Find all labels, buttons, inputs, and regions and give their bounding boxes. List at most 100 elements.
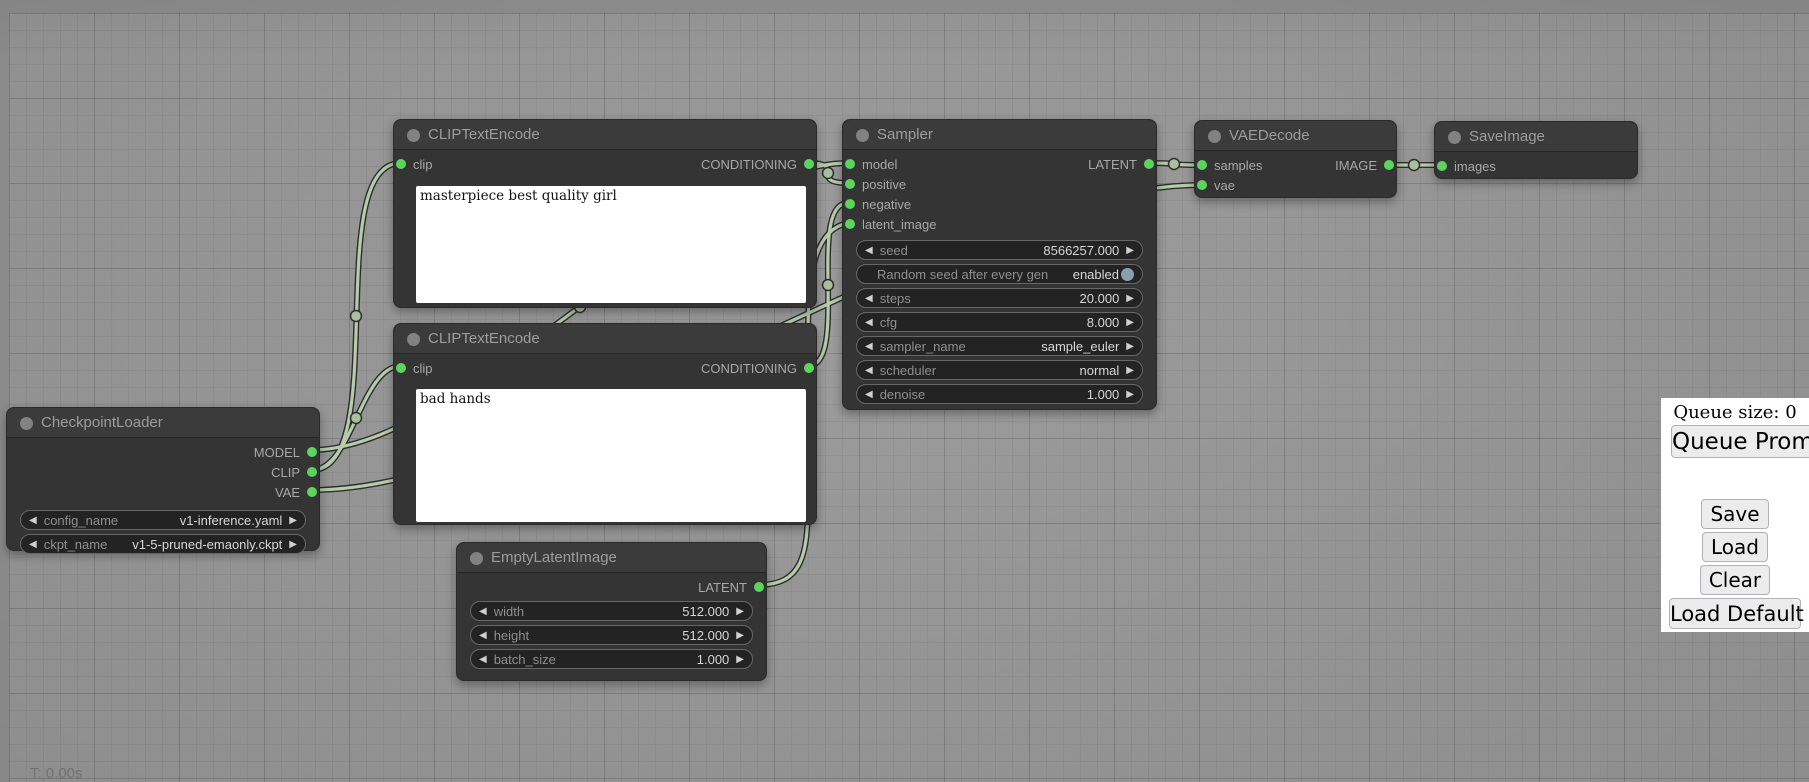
- slot-row: positive: [843, 174, 1156, 194]
- node-title-bar[interactable]: Sampler: [843, 120, 1156, 150]
- menu-panel: Queue size: 0 Queue Prompt Save Load Cle…: [1661, 398, 1809, 632]
- widget-height[interactable]: ◀ height 512.000 ▶: [470, 625, 753, 645]
- right-arrow-icon[interactable]: ▶: [1126, 245, 1134, 256]
- right-arrow-icon[interactable]: ▶: [1126, 389, 1134, 400]
- left-arrow-icon[interactable]: ◀: [479, 654, 487, 665]
- input-label-samples: samples: [1214, 158, 1262, 173]
- node-vae-decode[interactable]: VAEDecode samples IMAGE vae: [1194, 120, 1397, 198]
- output-slot-conditioning[interactable]: [804, 363, 814, 373]
- node-title-bar[interactable]: SaveImage: [1435, 122, 1637, 152]
- widget-value: v1-inference.yaml: [180, 513, 283, 528]
- widget-cfg[interactable]: ◀ cfg 8.000 ▶: [856, 312, 1143, 332]
- output-slot-vae[interactable]: [307, 487, 317, 497]
- input-slot-images[interactable]: [1437, 161, 1447, 171]
- node-title-bar[interactable]: VAEDecode: [1195, 121, 1396, 151]
- node-title: EmptyLatentImage: [491, 549, 617, 566]
- input-slot-vae[interactable]: [1197, 180, 1207, 190]
- widget-label: scheduler: [880, 363, 936, 378]
- queue-prompt-button[interactable]: Queue Prompt: [1671, 425, 1809, 458]
- right-arrow-icon[interactable]: ▶: [1126, 341, 1134, 352]
- input-slot-positive[interactable]: [845, 179, 855, 189]
- output-label-conditioning: CONDITIONING: [701, 361, 797, 376]
- input-label-positive: positive: [862, 177, 906, 192]
- widget-random-seed-toggle[interactable]: Random seed after every gen enabled: [856, 264, 1143, 284]
- node-title: VAEDecode: [1229, 127, 1310, 144]
- left-arrow-icon[interactable]: ◀: [865, 389, 873, 400]
- input-slot-negative[interactable]: [845, 199, 855, 209]
- input-slot-model[interactable]: [845, 159, 855, 169]
- widget-value: 1.000: [697, 652, 730, 667]
- slot-row: latent_image: [843, 214, 1156, 234]
- right-arrow-icon[interactable]: ▶: [289, 515, 297, 526]
- left-arrow-icon[interactable]: ◀: [479, 630, 487, 641]
- node-sampler[interactable]: Sampler model LATENT positive negative l…: [842, 119, 1157, 410]
- collapse-dot-icon[interactable]: [1448, 131, 1461, 144]
- left-arrow-icon[interactable]: ◀: [29, 539, 37, 550]
- output-slot-latent[interactable]: [1144, 159, 1154, 169]
- left-arrow-icon[interactable]: ◀: [865, 317, 873, 328]
- right-arrow-icon[interactable]: ▶: [736, 630, 744, 641]
- node-title-bar[interactable]: CLIPTextEncode: [394, 324, 816, 354]
- collapse-dot-icon[interactable]: [407, 333, 420, 346]
- right-arrow-icon[interactable]: ▶: [1126, 317, 1134, 328]
- input-slot-clip[interactable]: [396, 159, 406, 169]
- clear-button[interactable]: Clear: [1700, 565, 1770, 595]
- output-slot-model[interactable]: [307, 447, 317, 457]
- collapse-dot-icon[interactable]: [1208, 130, 1221, 143]
- widget-seed[interactable]: ◀ seed 8566257.000 ▶: [856, 240, 1143, 260]
- collapse-dot-icon[interactable]: [470, 552, 483, 565]
- input-slot-latent-image[interactable]: [845, 219, 855, 229]
- collapse-dot-icon[interactable]: [856, 129, 869, 142]
- widget-scheduler[interactable]: ◀ scheduler normal ▶: [856, 360, 1143, 380]
- right-arrow-icon[interactable]: ▶: [1126, 293, 1134, 304]
- widget-config-name[interactable]: ◀ config_name v1-inference.yaml ▶: [20, 510, 306, 530]
- node-checkpoint-loader[interactable]: CheckpointLoader MODEL CLIP VAE ◀ config…: [6, 407, 320, 551]
- right-arrow-icon[interactable]: ▶: [736, 654, 744, 665]
- widget-batch-size[interactable]: ◀ batch_size 1.000 ▶: [470, 649, 753, 669]
- load-default-button[interactable]: Load Default: [1669, 598, 1801, 629]
- widget-denoise[interactable]: ◀ denoise 1.000 ▶: [856, 384, 1143, 404]
- node-empty-latent-image[interactable]: EmptyLatentImage LATENT ◀ width 512.000 …: [456, 542, 767, 681]
- right-arrow-icon[interactable]: ▶: [289, 539, 297, 550]
- widget-label: Random seed after every gen: [877, 267, 1048, 282]
- output-slot-latent[interactable]: [754, 582, 764, 592]
- output-slot-clip[interactable]: [307, 467, 317, 477]
- node-clip-text-encode-positive[interactable]: CLIPTextEncode clip CONDITIONING masterp…: [393, 119, 817, 308]
- left-arrow-icon[interactable]: ◀: [865, 341, 873, 352]
- slot-row: model LATENT: [843, 154, 1156, 174]
- input-label-clip: clip: [413, 361, 433, 376]
- negative-prompt-textarea[interactable]: bad hands: [416, 389, 806, 522]
- left-arrow-icon[interactable]: ◀: [865, 293, 873, 304]
- left-arrow-icon[interactable]: ◀: [865, 245, 873, 256]
- toggle-dot-icon[interactable]: [1121, 268, 1134, 281]
- node-title-bar[interactable]: EmptyLatentImage: [457, 543, 766, 573]
- node-clip-text-encode-negative[interactable]: CLIPTextEncode clip CONDITIONING bad han…: [393, 323, 817, 525]
- right-arrow-icon[interactable]: ▶: [736, 606, 744, 617]
- node-save-image[interactable]: SaveImage images: [1434, 121, 1638, 179]
- node-title-bar[interactable]: CLIPTextEncode: [394, 120, 816, 150]
- left-arrow-icon[interactable]: ◀: [865, 365, 873, 376]
- widget-width[interactable]: ◀ width 512.000 ▶: [470, 601, 753, 621]
- output-slot-conditioning[interactable]: [804, 159, 814, 169]
- input-slot-clip[interactable]: [396, 363, 406, 373]
- load-button[interactable]: Load: [1702, 532, 1768, 562]
- right-arrow-icon[interactable]: ▶: [1126, 365, 1134, 376]
- collapse-dot-icon[interactable]: [20, 417, 33, 430]
- widget-sampler-name[interactable]: ◀ sampler_name sample_euler ▶: [856, 336, 1143, 356]
- node-title-bar[interactable]: CheckpointLoader: [7, 408, 319, 438]
- positive-prompt-textarea[interactable]: masterpiece best quality girl: [416, 186, 806, 303]
- output-label-image: IMAGE: [1335, 158, 1377, 173]
- slot-row: vae: [1195, 175, 1396, 195]
- output-slot-image[interactable]: [1384, 160, 1394, 170]
- left-arrow-icon[interactable]: ◀: [29, 515, 37, 526]
- output-label-model: MODEL: [254, 445, 300, 460]
- left-arrow-icon[interactable]: ◀: [479, 606, 487, 617]
- input-slot-samples[interactable]: [1197, 160, 1207, 170]
- save-button[interactable]: Save: [1701, 499, 1768, 529]
- widget-ckpt-name[interactable]: ◀ ckpt_name v1-5-pruned-emaonly.ckpt ▶: [20, 534, 306, 554]
- slot-row: clip CONDITIONING: [394, 154, 816, 174]
- widget-steps[interactable]: ◀ steps 20.000 ▶: [856, 288, 1143, 308]
- collapse-dot-icon[interactable]: [407, 129, 420, 142]
- widget-value: 8.000: [1087, 315, 1120, 330]
- node-title: CLIPTextEncode: [428, 126, 540, 143]
